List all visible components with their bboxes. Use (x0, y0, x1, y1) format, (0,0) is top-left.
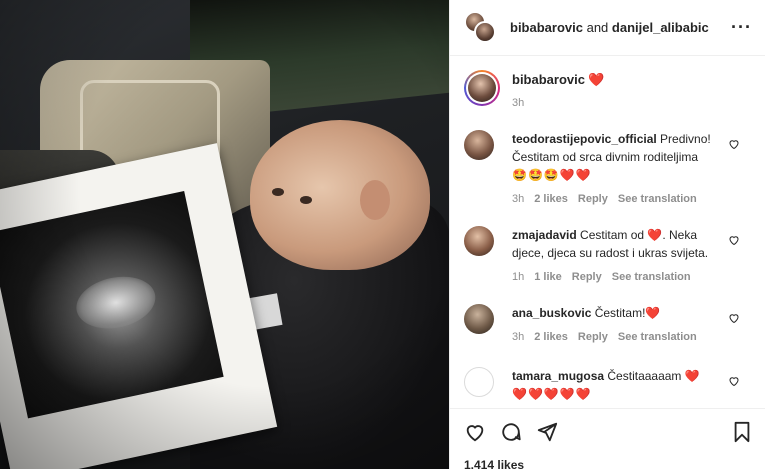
avatar (468, 74, 496, 102)
collab-avatars[interactable] (464, 10, 498, 45)
comment-time[interactable]: 3h (512, 328, 524, 346)
see-translation-button[interactable]: See translation (618, 190, 697, 208)
avatar[interactable] (464, 226, 494, 256)
story-ring[interactable] (464, 70, 500, 106)
comment-meta: 3h 2 likes Reply See translation (512, 328, 730, 346)
comment-item: tamara_mugosa Čestitaaaaam ❤️ ❤️❤️❤️❤️❤️ (464, 367, 754, 403)
comment-username[interactable]: zmajadavid (512, 228, 577, 242)
reply-button[interactable]: Reply (578, 328, 608, 346)
comment-emojis: 🤩🤩🤩❤️❤️ (512, 168, 592, 182)
comment-likes[interactable]: 2 likes (534, 328, 568, 346)
like-comment-icon[interactable] (728, 138, 740, 153)
caption-time[interactable]: 3h (512, 97, 605, 109)
share-icon[interactable] (536, 421, 558, 443)
comment-meta: 1h 1 like Reply See translation (512, 268, 730, 286)
bookmark-icon[interactable] (732, 421, 752, 443)
like-comment-icon[interactable] (728, 312, 740, 327)
author-connector: and (586, 20, 609, 35)
avatar (474, 20, 496, 43)
post-actions (450, 408, 765, 454)
caption-text: ❤️ (588, 72, 605, 87)
comment-text: Čestitam!❤️ (594, 306, 661, 320)
comment-text: Čestitaaaaam ❤️ (607, 369, 700, 383)
like-count[interactable]: 1,414 likes (464, 458, 524, 469)
like-icon[interactable] (464, 421, 486, 443)
comment-likes[interactable]: 2 likes (534, 190, 568, 208)
comment-time[interactable]: 3h (512, 190, 524, 208)
avatar[interactable] (464, 367, 494, 397)
comment-item: zmajadavid Cestitam od ❤️. Neka djece, d… (464, 226, 754, 286)
photo-shading (0, 0, 449, 469)
caption: bibabarovic ❤️ 3h (464, 70, 605, 109)
author-link[interactable]: bibabarovic (510, 20, 583, 35)
caption-username[interactable]: bibabarovic (512, 72, 585, 87)
post-details-panel: bibabarovic and danijel_alibabic ··· bib… (449, 0, 765, 469)
comment-username[interactable]: ana_buskovic (512, 306, 591, 320)
comment-item: teodorastijepovic_official Predivno! Čes… (464, 130, 754, 208)
post-photo[interactable] (0, 0, 449, 469)
post-header: bibabarovic and danijel_alibabic ··· (450, 0, 765, 56)
like-comment-icon[interactable] (728, 234, 740, 249)
comment-emojis: ❤️❤️❤️❤️❤️ (512, 387, 592, 401)
comment-username[interactable]: teodorastijepovic_official (512, 132, 657, 146)
see-translation-button[interactable]: See translation (612, 268, 691, 286)
comment-likes[interactable]: 1 like (534, 268, 562, 286)
comment-icon[interactable] (500, 421, 522, 443)
like-comment-icon[interactable] (728, 375, 740, 390)
comment-item: ana_buskovic Čestitam!❤️ 3h 2 likes Repl… (464, 304, 754, 346)
avatar[interactable] (464, 130, 494, 160)
avatar[interactable] (464, 304, 494, 334)
more-icon[interactable]: ··· (731, 17, 752, 38)
reply-button[interactable]: Reply (578, 190, 608, 208)
see-translation-button[interactable]: See translation (618, 328, 697, 346)
author-link[interactable]: danijel_alibabic (612, 20, 709, 35)
reply-button[interactable]: Reply (572, 268, 602, 286)
comments-area[interactable]: bibabarovic ❤️ 3h teodorastijepovic_offi… (450, 57, 765, 407)
comment-username[interactable]: tamara_mugosa (512, 369, 604, 383)
post-authors: bibabarovic and danijel_alibabic (510, 20, 731, 35)
comment-meta: 3h 2 likes Reply See translation (512, 190, 730, 208)
comment-time[interactable]: 1h (512, 268, 524, 286)
